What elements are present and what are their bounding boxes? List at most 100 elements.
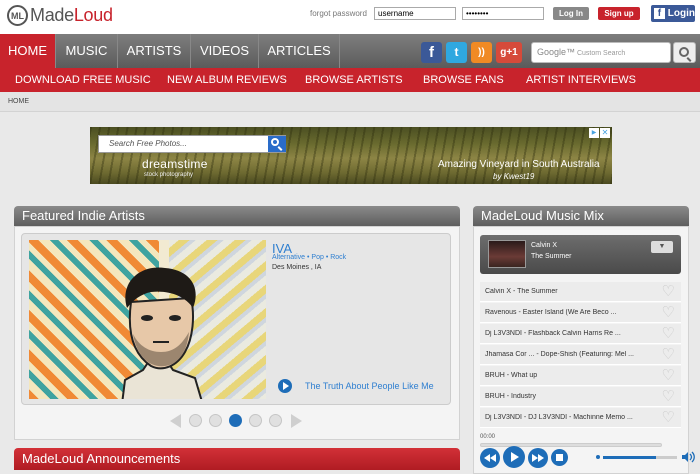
stop-button[interactable] bbox=[551, 449, 568, 466]
logo-loud: Loud bbox=[73, 5, 113, 25]
subnav-browse-fans[interactable]: BROWSE FANS bbox=[423, 68, 504, 92]
heart-icon[interactable]: ♡ bbox=[662, 305, 675, 320]
ad-search-icon bbox=[271, 138, 279, 146]
play-track-button[interactable] bbox=[278, 379, 292, 393]
nav-artists[interactable]: ARTISTS bbox=[118, 34, 191, 68]
fast-forward-icon bbox=[532, 454, 544, 462]
playlist-item[interactable]: BRUH - What up ♡ bbox=[480, 366, 681, 386]
artist-genres[interactable]: Alternative • Pop • Rock bbox=[272, 254, 346, 261]
announcements-header: MadeLoud Announcements bbox=[14, 448, 460, 470]
forgot-password-link[interactable]: forgot password bbox=[310, 9, 367, 18]
login-button[interactable]: Log In bbox=[553, 7, 589, 20]
carousel-dot-active[interactable] bbox=[229, 414, 242, 427]
nav-videos[interactable]: VIDEOS bbox=[191, 34, 259, 68]
playlist-item-label: Jhamasa Cor ... - Dope-Shish (Featuring:… bbox=[485, 351, 634, 358]
playlist-item[interactable]: Jhamasa Cor ... - Dope-Shish (Featuring:… bbox=[480, 345, 681, 365]
heart-icon[interactable]: ♡ bbox=[662, 347, 675, 362]
featured-artists-header: Featured Indie Artists bbox=[14, 206, 460, 226]
playlist-dropdown-button[interactable]: ▼ bbox=[651, 241, 673, 253]
playlist-item[interactable]: Calvin X - The Summer ♡ bbox=[480, 282, 681, 302]
volume-icon[interactable] bbox=[681, 451, 695, 463]
ad-banner[interactable]: Search Free Photos... dreamstime stock p… bbox=[90, 127, 612, 184]
search-placeholder: Custom Search bbox=[576, 50, 626, 57]
logo-text: MadeLoud bbox=[30, 5, 113, 26]
search-button[interactable] bbox=[673, 42, 696, 63]
heart-icon[interactable]: ♡ bbox=[662, 410, 675, 425]
ad-close-icon[interactable]: ✕ bbox=[600, 128, 610, 138]
google-plus-icon[interactable]: g+1 bbox=[496, 42, 522, 63]
twitter-icon[interactable]: t bbox=[446, 42, 467, 63]
carousel-prev-arrow-icon[interactable] bbox=[170, 414, 181, 428]
nav-home[interactable]: HOME bbox=[0, 34, 56, 68]
playlist-item-label: Dj L3V3NDI - DJ L3V3NDI - Machinne Memo … bbox=[485, 414, 633, 421]
artist-location: Des Moines , IA bbox=[272, 264, 322, 271]
ad-search-input[interactable]: Search Free Photos... bbox=[98, 135, 286, 153]
breadcrumb-home[interactable]: HOME bbox=[8, 98, 29, 105]
password-field[interactable] bbox=[462, 7, 544, 20]
facebook-icon: f bbox=[654, 8, 665, 19]
adchoices-icon[interactable]: ▶ bbox=[589, 128, 599, 138]
facebook-login-label: Login bbox=[667, 8, 695, 19]
top-bar: ML MadeLoud forgot password Log In Sign … bbox=[0, 0, 700, 34]
heart-icon[interactable]: ♡ bbox=[662, 368, 675, 383]
subnav-browse-artists[interactable]: BROWSE ARTISTS bbox=[305, 68, 403, 92]
playlist-item[interactable]: BRUH - Industry ♡ bbox=[480, 387, 681, 407]
sub-nav: DOWNLOAD FREE MUSIC NEW ALBUM REVIEWS BR… bbox=[0, 68, 700, 92]
carousel-dot[interactable] bbox=[209, 414, 222, 427]
logo-made: Made bbox=[30, 5, 74, 25]
volume-min-indicator bbox=[596, 455, 600, 459]
ad-brand-sub: stock photography bbox=[144, 172, 194, 178]
playlist-item-label: BRUH - What up bbox=[485, 372, 538, 379]
signup-button[interactable]: Sign up bbox=[598, 7, 640, 20]
nav-music[interactable]: MUSIC bbox=[56, 34, 118, 68]
volume-slider[interactable] bbox=[603, 456, 677, 459]
heart-icon[interactable]: ♡ bbox=[662, 326, 675, 341]
rss-icon[interactable]: )) bbox=[471, 42, 492, 63]
playlist-item-label: Calvin X - The Summer bbox=[485, 288, 558, 295]
playlist-item-label: Ravenous - Easter Island (We Are Beco ..… bbox=[485, 309, 617, 316]
artist-portrait bbox=[121, 267, 203, 399]
play-icon bbox=[511, 452, 519, 462]
subnav-new-album-reviews[interactable]: NEW ALBUM REVIEWS bbox=[167, 68, 287, 92]
volume-level bbox=[603, 456, 657, 459]
subnav-download-free-music[interactable]: DOWNLOAD FREE MUSIC bbox=[15, 68, 151, 92]
carousel-dot[interactable] bbox=[269, 414, 282, 427]
logo-mark-icon: ML bbox=[7, 5, 28, 26]
nav-articles[interactable]: ARTICLES bbox=[259, 34, 340, 68]
music-mix-header: MadeLoud Music Mix bbox=[473, 206, 689, 226]
ad-credit: by Kwest19 bbox=[493, 172, 535, 181]
ad-caption: Amazing Vineyard in South Australia bbox=[438, 159, 600, 170]
fast-forward-button[interactable] bbox=[528, 448, 548, 468]
carousel-next-arrow-icon[interactable] bbox=[291, 414, 302, 428]
search-icon bbox=[679, 47, 689, 57]
site-logo[interactable]: ML MadeLoud bbox=[7, 5, 113, 26]
elapsed-time: 00:00 bbox=[480, 434, 496, 440]
playlist-item[interactable]: Dj L3V3NDI - Flashback Calvin Harris Re … bbox=[480, 324, 681, 344]
now-playing-artist: Calvin X bbox=[531, 242, 558, 249]
subnav-artist-interviews[interactable]: ARTIST INTERVIEWS bbox=[526, 68, 636, 92]
now-playing-thumbnail bbox=[488, 240, 526, 268]
artist-image[interactable] bbox=[29, 240, 266, 399]
facebook-icon[interactable]: f bbox=[421, 42, 442, 63]
now-playing-title: The Summer bbox=[531, 253, 572, 260]
featured-track-link[interactable]: The Truth About People Like Me bbox=[305, 381, 434, 391]
playlist-item[interactable]: Dj L3V3NDI - DJ L3V3NDI - Machinne Memo … bbox=[480, 408, 681, 428]
breadcrumb: HOME bbox=[0, 92, 700, 112]
ad-brand: dreamstime bbox=[142, 157, 208, 171]
username-field[interactable] bbox=[374, 7, 456, 20]
search-input[interactable]: Google™ Custom Search bbox=[531, 42, 671, 63]
rewind-button[interactable] bbox=[480, 448, 500, 468]
carousel-dot[interactable] bbox=[189, 414, 202, 427]
playlist-item-label: Dj L3V3NDI - Flashback Calvin Harris Re … bbox=[485, 330, 621, 337]
carousel-dot[interactable] bbox=[249, 414, 262, 427]
play-button[interactable] bbox=[503, 446, 525, 468]
stop-icon bbox=[556, 454, 563, 461]
heart-icon[interactable]: ♡ bbox=[662, 284, 675, 299]
rewind-icon bbox=[484, 454, 496, 462]
facebook-login-button[interactable]: f Login bbox=[651, 5, 695, 22]
playlist-item-label: BRUH - Industry bbox=[485, 393, 536, 400]
google-brand-label: Google™ bbox=[537, 47, 576, 57]
heart-icon[interactable]: ♡ bbox=[662, 389, 675, 404]
playlist-item[interactable]: Ravenous - Easter Island (We Are Beco ..… bbox=[480, 303, 681, 323]
ad-search-button[interactable] bbox=[268, 136, 286, 152]
